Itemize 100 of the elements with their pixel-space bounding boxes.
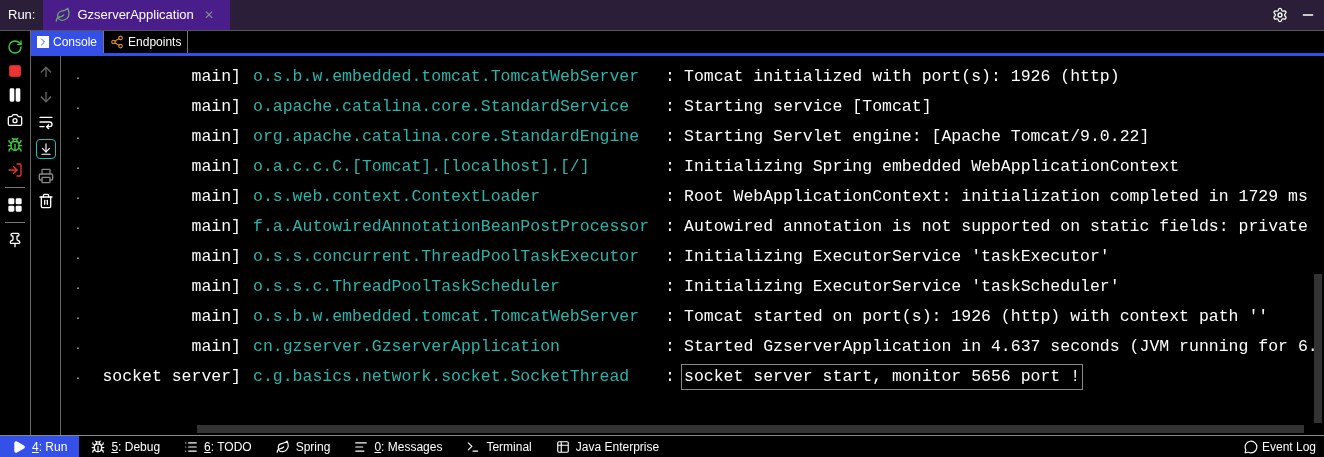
- log-mark: .: [74, 310, 81, 324]
- logger-name: o.s.b.w.embedded.tomcat.TomcatWebServer: [253, 66, 641, 88]
- run-label: Run:: [7, 6, 37, 25]
- log-mark: .: [74, 250, 81, 264]
- colon: :: [665, 306, 676, 328]
- log-mark: .: [74, 190, 81, 204]
- log-message: Starting Servlet engine: [Apache Tomcat/9.0.22]: [683, 126, 1151, 148]
- logger-name: o.s.s.concurrent.ThreadPoolTaskExecutor: [253, 246, 641, 268]
- bug-icon[interactable]: [7, 137, 23, 153]
- thread-name: main]: [190, 156, 241, 178]
- tab-label: Spring: [295, 438, 331, 456]
- log-message: Initializing Spring embedded WebApplicationContext: [683, 156, 1181, 178]
- log-message: Starting service [Tomcat]: [683, 96, 933, 118]
- colon: :: [665, 336, 676, 358]
- vertical-scrollbar[interactable]: [1314, 274, 1322, 423]
- thread-name: main]: [190, 126, 241, 148]
- logger-name: org.apache.catalina.core.StandardEngine: [253, 126, 641, 148]
- tab-label: Java Enterprise: [575, 438, 660, 456]
- log-message: socket server start, monitor 5656 port !: [681, 364, 1084, 390]
- log-mark: .: [74, 280, 81, 294]
- speech-bubble-icon: [1243, 439, 1258, 454]
- log-mark: .: [74, 100, 81, 114]
- endpoints-icon: [110, 35, 125, 49]
- pause-icon[interactable]: [7, 87, 23, 103]
- colon: :: [665, 156, 676, 178]
- scroll-to-end-icon[interactable]: [35, 139, 56, 159]
- list-icon: [184, 439, 199, 454]
- thread-name: main]: [190, 306, 241, 328]
- tab-label: 5: Debug: [111, 438, 161, 456]
- thread-name: main]: [190, 186, 241, 208]
- log-message: Started GzserverApplication in 4.637 seconds (JVM running for 6.: [683, 336, 1319, 358]
- log-message: Autowired annotation is not supported on static fields: private: [683, 216, 1309, 238]
- colon: :: [665, 216, 676, 238]
- tool-window-tab[interactable]: 4: Run: [0, 436, 80, 457]
- tab-label: 0: Messages: [374, 438, 443, 456]
- tool-window-tab[interactable]: Terminal: [454, 436, 544, 457]
- log-message: Tomcat started on port(s): 1926 (http) with context path '': [683, 306, 1270, 328]
- settings-icon[interactable]: [1272, 7, 1288, 23]
- tab-label: Console: [53, 34, 98, 51]
- tab-label: 4: Run: [32, 438, 68, 456]
- thread-name: main]: [190, 96, 241, 118]
- tab-label: Endpoints: [128, 34, 182, 51]
- thread-name: main]: [190, 66, 241, 88]
- event-log-button[interactable]: Event Log: [1235, 437, 1324, 456]
- logger-name: o.a.c.c.C.[Tomcat].[localhost].[/]: [253, 156, 591, 178]
- console-tab[interactable]: Console: [31, 31, 105, 53]
- console-icon: [37, 36, 49, 48]
- thread-name: main]: [190, 216, 241, 238]
- tool-window-tab[interactable]: Spring: [263, 436, 343, 457]
- camera-icon[interactable]: [7, 112, 23, 128]
- logger-name: f.a.AutowiredAnnotationBeanPostProcessor: [253, 216, 651, 238]
- tool-window-tab[interactable]: Java Enterprise: [543, 436, 672, 457]
- log-message: Root WebApplicationContext: initialization completed in 1729 ms: [683, 186, 1309, 208]
- log-mark: .: [74, 340, 81, 354]
- spring-app-icon: [55, 7, 72, 23]
- print-icon[interactable]: [37, 168, 54, 184]
- logger-name: o.s.s.c.ThreadPoolTaskScheduler: [253, 276, 561, 298]
- colon: :: [665, 66, 676, 88]
- wrap-icon[interactable]: [37, 114, 54, 130]
- tab-label: Terminal: [486, 438, 532, 456]
- stop-icon[interactable]: [8, 64, 22, 78]
- rerun-icon[interactable]: [7, 39, 23, 55]
- log-mark: .: [74, 220, 81, 234]
- colon: :: [665, 126, 676, 148]
- pin-icon[interactable]: [7, 232, 23, 248]
- log-message: Initializing ExecutorService 'taskExecutor': [683, 246, 1111, 268]
- log-mark: .: [74, 160, 81, 174]
- tab-title: GzserverApplication: [77, 6, 194, 25]
- horizontal-scrollbar[interactable]: [197, 425, 1304, 433]
- logger-name: o.s.web.context.ContextLoader: [253, 186, 542, 208]
- leaf-icon: [275, 439, 290, 454]
- trash-icon[interactable]: [37, 193, 54, 209]
- tool-window-tab[interactable]: 0: Messages: [342, 436, 455, 457]
- log-mark: .: [74, 370, 81, 384]
- lines-icon: [354, 439, 369, 454]
- logger-name: o.s.b.w.embedded.tomcat.TomcatWebServer: [253, 306, 641, 328]
- tool-window-tab[interactable]: 5: Debug: [79, 436, 173, 457]
- run-tab[interactable]: GzserverApplication ✕: [43, 0, 230, 30]
- logger-name: cn.gzserver.GzserverApplication: [253, 336, 561, 358]
- tab-label: 6: TODO: [204, 438, 252, 456]
- exit-icon[interactable]: [7, 162, 23, 178]
- tool-window-tab[interactable]: 6: TODO: [172, 436, 264, 457]
- thread-name: main]: [190, 276, 241, 298]
- thread-name: main]: [190, 246, 241, 268]
- layout-icon[interactable]: [7, 197, 23, 213]
- logger-name: o.apache.catalina.core.StandardService: [253, 96, 631, 118]
- colon: :: [665, 96, 676, 118]
- log-message: Initializing ExecutorService 'taskScheduler': [683, 276, 1121, 298]
- colon: :: [665, 186, 676, 208]
- log-message: Tomcat initialized with port(s): 1926 (http): [683, 66, 1121, 88]
- table-icon: [555, 439, 570, 454]
- colon: :: [665, 366, 676, 388]
- play-icon: [12, 439, 26, 454]
- thread-name: socket server]: [101, 366, 241, 388]
- thread-name: main]: [190, 336, 241, 358]
- log-mark: .: [74, 130, 81, 144]
- colon: :: [665, 246, 676, 268]
- logger-name: c.g.basics.network.socket.SocketThread: [253, 366, 631, 388]
- bug-icon: [91, 439, 106, 454]
- log-mark: .: [74, 70, 81, 84]
